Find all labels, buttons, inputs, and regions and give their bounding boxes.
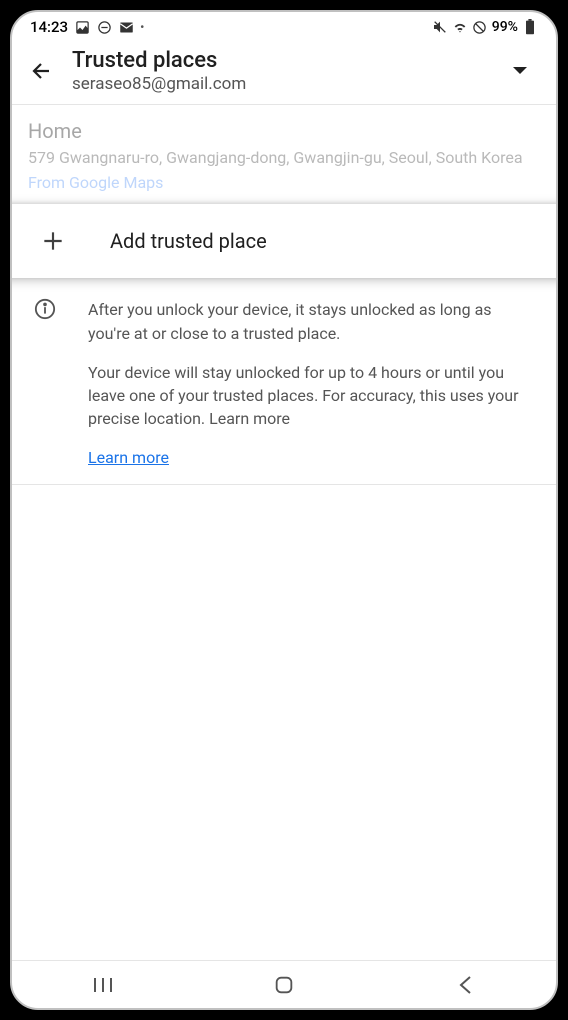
- mail-icon: [118, 19, 134, 35]
- back-nav-button[interactable]: [435, 970, 495, 1000]
- plus-icon: [40, 228, 66, 254]
- status-right: 99%: [432, 19, 538, 35]
- info-icon: [34, 298, 56, 320]
- place-address: 579 Gwangnaru-ro, Gwangjang-dong, Gwangj…: [28, 147, 540, 169]
- back-button[interactable]: [28, 57, 56, 85]
- place-name: Home: [28, 119, 540, 143]
- content: Home 579 Gwangnaru-ro, Gwangjang-dong, G…: [12, 105, 556, 960]
- recents-button[interactable]: [73, 970, 133, 1000]
- status-time: 14:23: [30, 18, 68, 36]
- add-trusted-place-button[interactable]: Add trusted place: [12, 204, 556, 278]
- info-text: After you unlock your device, it stays u…: [88, 298, 540, 469]
- info-section: After you unlock your device, it stays u…: [12, 278, 556, 483]
- account-dropdown[interactable]: [510, 61, 530, 81]
- battery-icon: [522, 19, 538, 35]
- more-dot-icon: •: [140, 20, 144, 34]
- info-para-2: Your device will stay unlocked for up to…: [88, 361, 534, 431]
- divider: [12, 484, 556, 485]
- place-source: From Google Maps: [28, 173, 540, 192]
- home-button[interactable]: [254, 970, 314, 1000]
- info-para-1: After you unlock your device, it stays u…: [88, 298, 534, 344]
- account-email: seraseo85@gmail.com: [72, 74, 494, 94]
- status-bar: 14:23 • 99%: [12, 12, 556, 38]
- add-place-label: Add trusted place: [110, 229, 267, 253]
- no-sim-icon: [472, 19, 488, 35]
- trusted-place-item[interactable]: Home 579 Gwangnaru-ro, Gwangjang-dong, G…: [12, 105, 556, 204]
- learn-more-link[interactable]: Learn more: [88, 448, 169, 467]
- page-title: Trusted places: [72, 48, 494, 73]
- dnd-icon: [96, 19, 112, 35]
- status-left: 14:23 •: [30, 18, 144, 36]
- mute-icon: [432, 19, 448, 35]
- header-text: Trusted places seraseo85@gmail.com: [72, 48, 494, 94]
- image-icon: [74, 19, 90, 35]
- phone-frame: 14:23 • 99%: [10, 10, 558, 1010]
- header: Trusted places seraseo85@gmail.com: [12, 38, 556, 104]
- wifi-icon: [452, 19, 468, 35]
- navigation-bar: [12, 960, 556, 1008]
- battery-percent: 99%: [492, 19, 518, 35]
